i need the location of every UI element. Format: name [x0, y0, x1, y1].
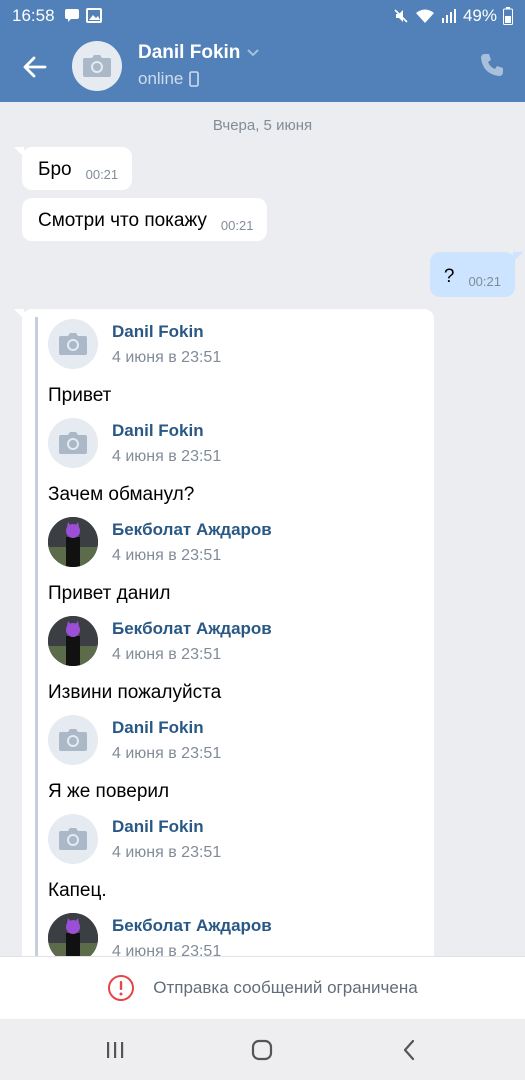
contact-status-text: online [138, 69, 184, 88]
gallery-notification-icon [86, 8, 102, 23]
camera-icon [59, 432, 87, 454]
forwarded-messages-bubble[interactable]: Danil Fokin 4 июня в 23:51 Привет Danil … [14, 309, 434, 956]
camera-icon [59, 729, 87, 751]
header-avatar[interactable] [72, 41, 122, 91]
forwarded-text: Капец. [48, 880, 107, 901]
author-name[interactable]: Danil Fokin [112, 322, 204, 342]
signal-icon [441, 9, 456, 23]
outgoing-message[interactable]: ? 00:21 [429, 252, 524, 297]
chat-area[interactable]: Вчера, 5 июня Бро 00:21 Смотри что покажу… [0, 102, 525, 956]
message-text: Бро [38, 159, 72, 180]
battery-percent: 49% [462, 6, 497, 25]
message-notification-icon [65, 9, 79, 22]
notification-icons [64, 8, 102, 23]
avatar[interactable] [48, 418, 98, 468]
home-button[interactable] [247, 1035, 277, 1065]
mute-icon [394, 9, 408, 23]
restriction-text: Отправка сообщений ограничена [153, 978, 418, 997]
message-time: 00:21 [468, 274, 501, 289]
forwarded-text: Привет [48, 385, 112, 406]
author-name[interactable]: Бекболат Аждаров [112, 520, 272, 540]
message-date: 4 июня в 23:51 [112, 646, 222, 663]
status-bar: 16:58 49% [0, 0, 525, 30]
forwarded-text: Зачем обманул? [48, 484, 195, 505]
avatar[interactable] [48, 814, 98, 864]
message-date: 4 июня в 23:51 [112, 943, 222, 956]
contact-name-text: Danil Fokin [138, 42, 241, 63]
call-button[interactable] [479, 52, 505, 78]
message-date: 4 июня в 23:51 [112, 349, 222, 366]
date-separator: Вчера, 5 июня [212, 117, 313, 134]
incoming-message[interactable]: Смотри что покажу 00:21 [22, 198, 268, 241]
contact-status: online [138, 69, 200, 89]
back-button[interactable] [20, 52, 50, 82]
message-time: 00:21 [85, 167, 119, 182]
camera-icon [83, 55, 111, 77]
mobile-icon [189, 71, 200, 87]
avatar[interactable] [48, 319, 98, 369]
battery-icon [503, 7, 513, 25]
author-name[interactable]: Danil Fokin [112, 421, 204, 441]
chat-header: Danil Fokin online [0, 30, 525, 102]
message-time: 00:21 [220, 218, 254, 233]
message-date: 4 июня в 23:51 [112, 448, 222, 465]
author-name[interactable]: Danil Fokin [112, 817, 204, 837]
author-name[interactable]: Бекболат Аждаров [112, 619, 272, 639]
camera-icon [59, 333, 87, 355]
message-text: Смотри что покажу [38, 210, 207, 231]
message-date: 4 июня в 23:51 [112, 844, 222, 861]
forwarded-text: Привет данил [48, 583, 171, 604]
recent-apps-icon [107, 1042, 124, 1058]
user-photo-icon [48, 517, 98, 567]
home-icon [251, 1039, 273, 1061]
avatar[interactable] [48, 913, 98, 956]
back-arrow-icon [23, 56, 47, 78]
forwarded-text: Я же поверил [48, 781, 170, 802]
nav-back-button[interactable] [394, 1035, 424, 1065]
user-photo-icon [48, 913, 98, 956]
wifi-icon [415, 9, 434, 23]
forwarded-text: Извини пожалуйста [48, 682, 222, 703]
system-nav-bar [0, 1019, 525, 1080]
status-right: 49% [393, 6, 513, 26]
warning-icon [108, 975, 135, 1001]
recent-apps-button[interactable] [100, 1035, 130, 1065]
status-time: 16:58 [12, 6, 55, 25]
avatar[interactable] [48, 517, 98, 567]
avatar[interactable] [48, 616, 98, 666]
forward-indicator-line [35, 317, 38, 956]
incoming-message[interactable]: Бро 00:21 [13, 147, 133, 190]
restriction-banner: Отправка сообщений ограничена [0, 956, 525, 1019]
author-name[interactable]: Danil Fokin [112, 718, 204, 738]
message-date: 4 июня в 23:51 [112, 547, 222, 564]
chevron-down-icon [247, 49, 260, 57]
user-photo-icon [48, 616, 98, 666]
contact-name[interactable]: Danil Fokin [138, 42, 260, 64]
author-name[interactable]: Бекболат Аждаров [112, 916, 272, 936]
avatar[interactable] [48, 715, 98, 765]
phone-icon [481, 54, 503, 76]
nav-back-icon [403, 1039, 415, 1061]
message-text: ? [443, 266, 455, 287]
message-date: 4 июня в 23:51 [112, 745, 222, 762]
camera-icon [59, 828, 87, 850]
